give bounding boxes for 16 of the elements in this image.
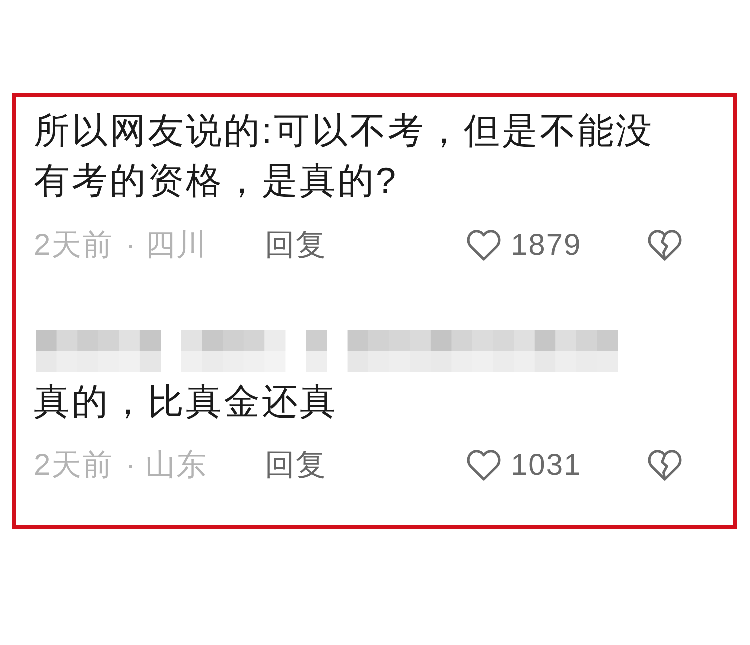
reply-button[interactable]: 回复 (265, 445, 327, 486)
broken-heart-icon[interactable] (648, 450, 682, 481)
comment-text: 真的，比真金还真 (34, 380, 339, 424)
heart-icon (467, 230, 501, 261)
comment-text: 所以网友说的:可以不考，但是不能没有考的资格，是真的? (34, 109, 656, 203)
location-label: 四川 (146, 228, 208, 264)
dot-separator: · (126, 448, 137, 482)
heart-icon (467, 450, 501, 481)
broken-heart-icon[interactable] (648, 230, 682, 261)
like-button[interactable]: 1031 (467, 448, 582, 482)
time-label: 2天前 (34, 448, 114, 484)
reply-button[interactable]: 回复 (265, 225, 327, 266)
time-label: 2天前 (34, 228, 114, 264)
dot-separator: · (126, 228, 137, 262)
like-button[interactable]: 1879 (467, 228, 582, 262)
location-label: 山东 (146, 448, 208, 484)
